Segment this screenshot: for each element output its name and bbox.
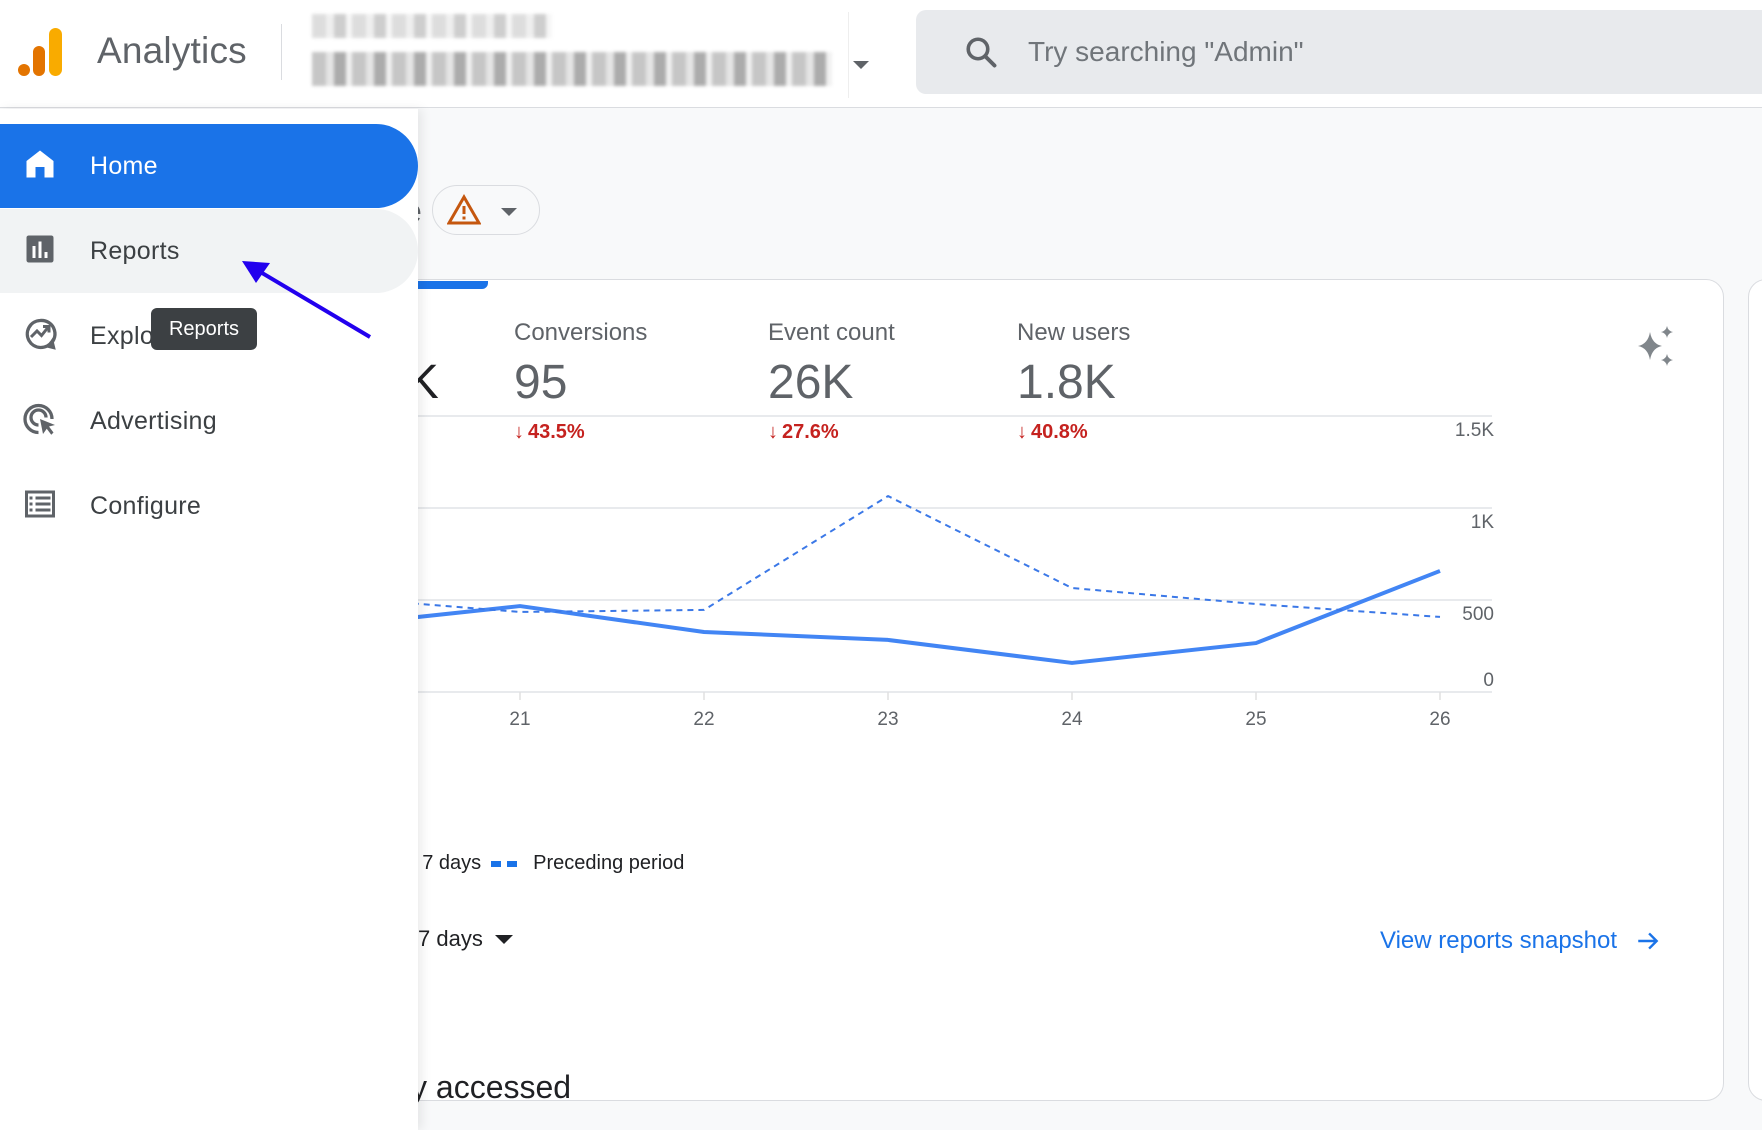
sidebar-item-label: Advertising bbox=[90, 406, 217, 435]
y-tick-label: 0 bbox=[1483, 670, 1494, 691]
account-name-blurred bbox=[312, 14, 552, 38]
sidebar-item-label: Home bbox=[90, 151, 158, 180]
metric-label: Conversions bbox=[514, 319, 648, 346]
home-icon bbox=[26, 150, 54, 178]
bar-chart-icon bbox=[26, 235, 54, 263]
date-range-label: 7 days bbox=[418, 926, 483, 951]
sidebar-item-label: Configure bbox=[90, 491, 202, 520]
chip-dropdown-icon bbox=[501, 208, 517, 216]
account-separator bbox=[848, 12, 849, 98]
recently-accessed-title: tly accessed bbox=[395, 1069, 572, 1105]
y-tick-label: 1.5K bbox=[1455, 420, 1494, 441]
view-reports-snapshot-link[interactable]: View reports snapshot bbox=[1380, 927, 1661, 955]
y-tick-label: 1K bbox=[1471, 512, 1495, 533]
date-range-selector[interactable]: 7 days bbox=[418, 926, 513, 952]
search-input[interactable] bbox=[1028, 28, 1728, 76]
arrow-right-icon bbox=[1638, 932, 1659, 950]
sidebar-item-advertising[interactable]: Advertising bbox=[0, 379, 418, 463]
sidebar-item-configure[interactable]: Configure bbox=[0, 464, 418, 548]
account-selector[interactable] bbox=[312, 12, 832, 92]
list-icon bbox=[25, 490, 55, 518]
sidebar-item-label: Reports bbox=[90, 236, 180, 265]
y-tick-label: 500 bbox=[1462, 604, 1494, 625]
x-tick-label: 22 bbox=[693, 709, 714, 730]
app-title: Analytics bbox=[97, 30, 247, 71]
metric-label: New users bbox=[1017, 319, 1131, 346]
chart-legend: ast 7 days Preceding period bbox=[390, 852, 684, 875]
insights-sparkle-icon[interactable] bbox=[1634, 324, 1678, 368]
metric-label: Event count bbox=[768, 319, 895, 346]
x-tick-label: 26 bbox=[1429, 709, 1450, 730]
top-bar: Analytics bbox=[0, 0, 1762, 108]
search-icon bbox=[966, 37, 997, 68]
legend-dashed-swatch bbox=[491, 860, 523, 867]
data-quality-chip[interactable] bbox=[432, 185, 540, 235]
explore-icon bbox=[25, 318, 57, 350]
warning-icon bbox=[447, 194, 481, 225]
account-dropdown-icon[interactable] bbox=[853, 61, 869, 69]
analytics-logo-icon[interactable] bbox=[16, 24, 66, 78]
annotation-arrow-icon bbox=[242, 261, 372, 339]
property-name-blurred bbox=[312, 52, 832, 86]
secondary-card bbox=[1748, 279, 1762, 1101]
series-line-current bbox=[340, 569, 1441, 665]
caret-down-icon bbox=[494, 934, 513, 944]
series-line-preceding bbox=[340, 495, 1441, 618]
advertising-icon bbox=[23, 403, 55, 435]
legend-previous-label: Preceding period bbox=[533, 852, 685, 874]
search-bar[interactable] bbox=[916, 10, 1762, 94]
header-divider bbox=[281, 24, 282, 80]
x-tick-label: 24 bbox=[1061, 709, 1083, 730]
sidebar-item-home[interactable]: Home bbox=[0, 124, 418, 208]
x-tick-label: 21 bbox=[509, 709, 530, 730]
view-link-label: View reports snapshot bbox=[1380, 927, 1618, 954]
x-tick-label: 25 bbox=[1245, 709, 1266, 730]
x-tick-label: 23 bbox=[877, 709, 898, 730]
